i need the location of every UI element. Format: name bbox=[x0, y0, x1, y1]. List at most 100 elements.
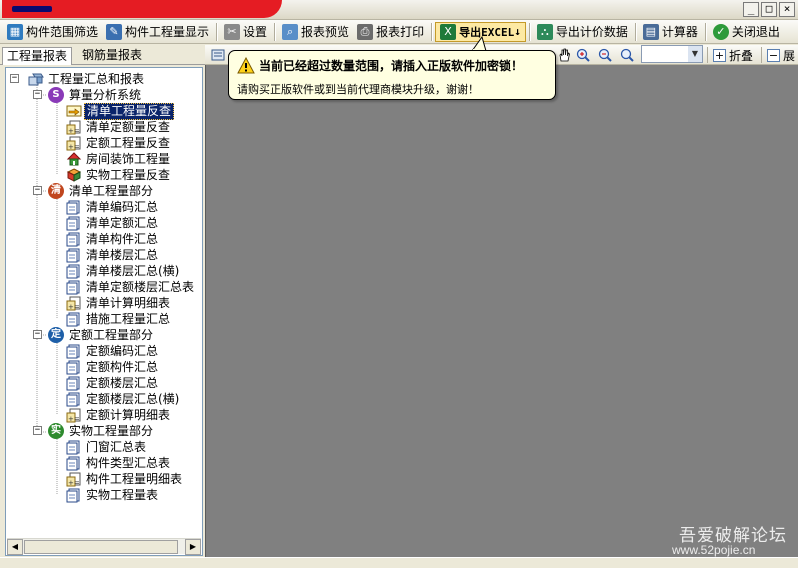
close-button[interactable]: × bbox=[779, 2, 795, 17]
tree-item[interactable]: 清单构件汇总 bbox=[66, 231, 160, 247]
export-price-button[interactable]: ⛬ 导出计价数据 bbox=[533, 22, 632, 42]
svg-text:+=: += bbox=[68, 303, 80, 311]
tree-item-label: 实物工程量部分 bbox=[69, 423, 154, 438]
print-button[interactable]: ⎙ 报表打印 bbox=[353, 22, 428, 42]
tree-item[interactable]: 定额楼层汇总(横) bbox=[66, 391, 181, 407]
watermark-url: www.52pojie.cn bbox=[672, 543, 756, 557]
tree-group[interactable]: 实实物工程量部分 bbox=[48, 423, 155, 439]
balloon-title: 当前已经超过数量范围，请插入正版软件加密锁！ bbox=[259, 59, 524, 73]
filter-button[interactable]: ▦ 构件范围筛选 bbox=[3, 22, 102, 42]
tree-item[interactable]: += 清单计算明细表 bbox=[66, 295, 172, 311]
toolbar-separator bbox=[431, 22, 433, 41]
report-workspace[interactable] bbox=[205, 65, 798, 557]
tree-item-label: 清单定额量反查 bbox=[86, 119, 171, 134]
cube-icon bbox=[66, 168, 82, 182]
tree-item[interactable]: 实物工程量表 bbox=[66, 487, 160, 503]
tree-item-label: 实物工程量表 bbox=[86, 487, 159, 502]
sheet-icon bbox=[66, 376, 80, 391]
sheet-icon bbox=[66, 248, 80, 263]
tree-item[interactable]: 清单楼层汇总 bbox=[66, 247, 160, 263]
calculator-label: 计算器 bbox=[661, 25, 698, 39]
title-redaction bbox=[2, 0, 282, 18]
scroll-right-icon[interactable]: ▶ bbox=[185, 539, 201, 555]
calculator-button[interactable]: ▤ 计算器 bbox=[639, 22, 702, 42]
tree-group[interactable]: 清清单工程量部分 bbox=[48, 183, 155, 199]
preview-button[interactable]: ⌕ 报表预览 bbox=[278, 22, 353, 42]
hand-pan-icon[interactable] bbox=[557, 48, 571, 62]
tree-item-label: 门窗汇总表 bbox=[86, 439, 147, 454]
magnifier-icon[interactable] bbox=[620, 48, 634, 62]
sheet-icon bbox=[66, 440, 80, 455]
tree-item[interactable]: 定额编码汇总 bbox=[66, 343, 160, 359]
tree-item[interactable]: 定额构件汇总 bbox=[66, 359, 160, 375]
scroll-left-icon[interactable]: ◀ bbox=[7, 539, 23, 555]
tree-item[interactable]: 清单工程量反查 bbox=[66, 102, 175, 120]
network-icon: ⛬ bbox=[536, 23, 553, 40]
restore-button[interactable]: □ bbox=[761, 2, 777, 17]
collapse-toggle-icon[interactable]: − bbox=[33, 186, 42, 195]
scroll-thumb[interactable] bbox=[24, 540, 178, 554]
tree-item[interactable]: 实物工程量反查 bbox=[66, 167, 172, 183]
warning-icon bbox=[237, 57, 255, 74]
tab-rebar-report[interactable]: 钢筋量报表 bbox=[78, 47, 146, 65]
house-icon bbox=[66, 152, 82, 166]
zoom-in-icon[interactable] bbox=[576, 48, 590, 62]
zoom-out-icon[interactable] bbox=[598, 48, 612, 62]
tree-item-label: 清单构件汇总 bbox=[86, 231, 159, 246]
tree-item[interactable]: += 定额计算明细表 bbox=[66, 407, 172, 423]
tree-item-label: 定额计算明细表 bbox=[86, 407, 171, 422]
tree-item[interactable]: 清单楼层汇总(横) bbox=[66, 263, 181, 279]
expand-icon: − bbox=[767, 48, 780, 62]
tree-item-label: 清单工程量反查 bbox=[84, 102, 175, 120]
tree-item[interactable]: 定额楼层汇总 bbox=[66, 375, 160, 391]
collapse-toggle-icon[interactable]: − bbox=[33, 90, 42, 99]
tree-item-label: 定额工程量部分 bbox=[69, 327, 154, 342]
tree-group[interactable]: 定定额工程量部分 bbox=[48, 327, 155, 343]
tree-item[interactable]: 措施工程量汇总 bbox=[66, 311, 172, 327]
calc-sheet-icon: += bbox=[66, 472, 81, 487]
tree-item[interactable]: 门窗汇总表 bbox=[66, 439, 148, 455]
tree-item-label: 定额编码汇总 bbox=[86, 343, 159, 358]
toolbar-separator bbox=[704, 22, 706, 41]
minimize-button[interactable]: _ bbox=[743, 2, 759, 17]
tree-item[interactable]: += 定额工程量反查 bbox=[66, 135, 172, 151]
collapse-toggle-icon[interactable]: − bbox=[10, 74, 19, 83]
status-strip bbox=[0, 557, 798, 568]
collapse-toggle-icon[interactable]: − bbox=[33, 426, 42, 435]
sheet-icon bbox=[66, 360, 80, 375]
zoom-select[interactable]: ▼ bbox=[641, 45, 703, 63]
tree-item[interactable]: += 构件工程量明细表 bbox=[66, 471, 184, 487]
close-exit-button[interactable]: ✓ 关闭退出 bbox=[709, 22, 784, 42]
sheet-icon bbox=[66, 392, 80, 407]
tree-item-label: 定额构件汇总 bbox=[86, 359, 159, 374]
tree-item-label: 工程量汇总和报表 bbox=[48, 71, 145, 86]
tree-item[interactable]: 房间装饰工程量 bbox=[66, 151, 172, 167]
tree-item[interactable]: 清单编码汇总 bbox=[66, 199, 160, 215]
group-badge-icon: 定 bbox=[48, 327, 64, 343]
collapse-toggle-icon[interactable]: − bbox=[33, 330, 42, 339]
tree-item[interactable]: += 清单定额量反查 bbox=[66, 119, 172, 135]
tree-item[interactable]: 清单定额楼层汇总表 bbox=[66, 279, 196, 295]
tree-root[interactable]: 工程量汇总和报表 bbox=[28, 71, 146, 87]
svg-text:+=: += bbox=[68, 479, 80, 487]
group-badge-icon: 实 bbox=[48, 423, 64, 439]
tree-item-label: 清单楼层汇总 bbox=[86, 247, 159, 262]
display-quantity-button[interactable]: ✎ 构件工程量显示 bbox=[102, 22, 213, 42]
chevron-down-icon: ▼ bbox=[688, 46, 702, 62]
print-label: 报表打印 bbox=[376, 25, 425, 39]
fold-button[interactable]: + 折叠 bbox=[713, 46, 753, 64]
tree-item-label: 清单编码汇总 bbox=[86, 199, 159, 214]
list-view-icon[interactable] bbox=[211, 48, 225, 62]
expand-button[interactable]: − 展 bbox=[767, 46, 795, 64]
settings-button[interactable]: ✂ 设置 bbox=[220, 22, 271, 42]
tree-item[interactable]: 清单定额汇总 bbox=[66, 215, 160, 231]
tab-quantity-report[interactable]: 工程量报表 bbox=[2, 47, 73, 65]
toolbar-separator bbox=[274, 22, 276, 41]
license-warning-balloon: 当前已经超过数量范围，请插入正版软件加密锁！ 请购买正版软件或到当前代理商模块升… bbox=[228, 50, 556, 100]
export-price-label: 导出计价数据 bbox=[555, 25, 628, 39]
tree-group[interactable]: S 算量分析系统 bbox=[48, 87, 143, 103]
tree-item[interactable]: 构件类型汇总表 bbox=[66, 455, 172, 471]
tree-item-label: 算量分析系统 bbox=[69, 87, 142, 102]
group-badge-icon: S bbox=[48, 87, 64, 103]
tree-horizontal-scrollbar[interactable]: ◀ ▶ bbox=[7, 538, 201, 555]
